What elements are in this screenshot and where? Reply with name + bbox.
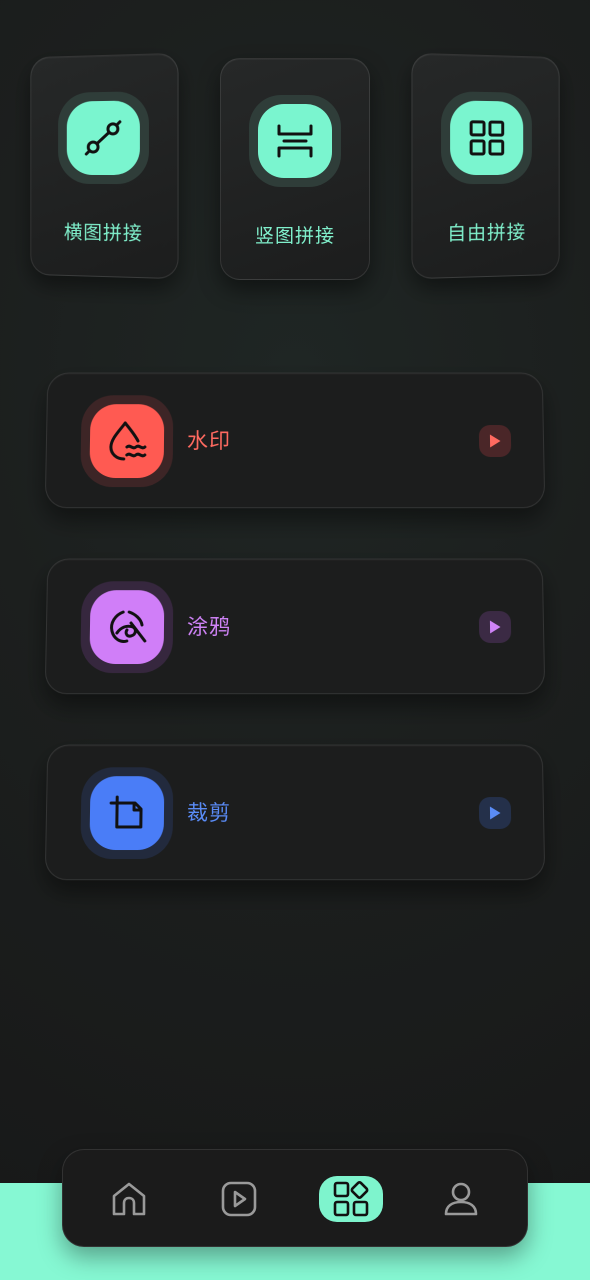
crop-label: 裁剪: [187, 797, 231, 827]
play-icon: [488, 433, 502, 449]
tab-home[interactable]: [97, 1176, 161, 1222]
crop-icon-ring: [80, 767, 173, 859]
vertical-stitch-tile[interactable]: 竖图拼接: [220, 58, 370, 280]
doodle-icon-ring: [80, 581, 173, 673]
user-icon: [441, 1179, 481, 1219]
crop-card[interactable]: 裁剪: [45, 745, 546, 881]
free-stitch-tile[interactable]: 自由拼接: [411, 53, 559, 279]
free-stitch-grid-icon: [450, 100, 523, 175]
doodle-brush-icon: [89, 590, 164, 664]
horizontal-stitch-tile[interactable]: 横图拼接: [30, 53, 178, 279]
crop-icon: [89, 776, 164, 850]
stitch-tools-row: 横图拼接 竖图拼接 自由拼接: [0, 0, 590, 300]
home-icon: [109, 1179, 149, 1219]
tile-label: 竖图拼接: [221, 221, 369, 248]
tab-tools[interactable]: [319, 1176, 383, 1222]
vertical-stitch-icon-ring: [249, 95, 341, 187]
horizontal-stitch-icon: [67, 100, 140, 175]
watermark-label: 水印: [187, 425, 231, 455]
free-stitch-icon-ring: [441, 91, 532, 184]
horizontal-stitch-icon-ring: [58, 91, 149, 184]
play-square-icon: [219, 1179, 259, 1219]
crop-go-button[interactable]: [479, 797, 511, 829]
play-icon: [488, 805, 502, 821]
play-icon: [488, 619, 502, 635]
bottom-tab-bar: [62, 1149, 528, 1247]
watermark-drop-icon: [89, 404, 164, 478]
tab-video[interactable]: [207, 1176, 271, 1222]
vertical-stitch-icon: [258, 104, 332, 178]
watermark-card[interactable]: 水印: [45, 373, 546, 509]
grid-shapes-icon: [331, 1179, 371, 1219]
doodle-label: 涂鸦: [187, 611, 231, 641]
watermark-icon-ring: [80, 395, 173, 487]
watermark-go-button[interactable]: [479, 425, 511, 457]
tab-profile[interactable]: [429, 1176, 493, 1222]
tile-label: 自由拼接: [412, 217, 558, 247]
doodle-card[interactable]: 涂鸦: [45, 559, 546, 695]
tile-label: 横图拼接: [31, 217, 177, 247]
doodle-go-button[interactable]: [479, 611, 511, 643]
